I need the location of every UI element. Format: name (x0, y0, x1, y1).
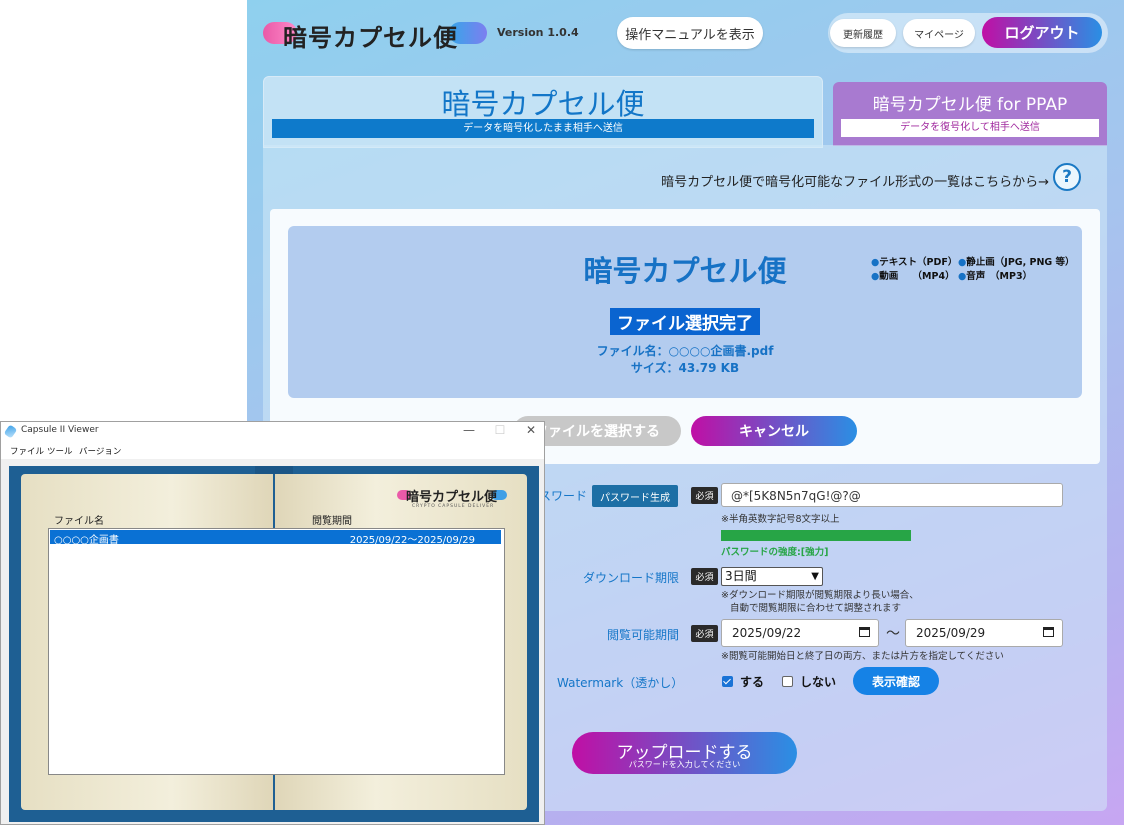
calendar-icon[interactable] (1043, 627, 1054, 637)
logo-text: 暗号カプセル便 (283, 24, 458, 52)
menu-version[interactable]: バージョン (79, 445, 121, 457)
calendar-icon[interactable] (859, 627, 870, 637)
app-logo[interactable]: 暗号カプセル便 (263, 18, 489, 52)
minimize-icon[interactable]: — (457, 423, 481, 437)
window-titlebar[interactable]: Capsule II Viewer — ☐ ✕ (1, 422, 544, 442)
file-size: サイズ：43.79 KB (630, 361, 740, 375)
chevron-down-icon: ▼ (811, 571, 819, 582)
upload-button-sub: パスワードを入力してください (628, 760, 741, 769)
table-row[interactable]: ○○○○企画書 2025/09/22〜2025/09/29 (50, 530, 501, 546)
password-strength-text: パスワードの強度:[強力] (721, 547, 829, 558)
password-input[interactable]: @*[5K8N5n7qG!@?@ (721, 483, 1063, 507)
book-background: 暗号カプセル便 CRYPTO CAPSULE DELIVER ファイル名 閲覧期… (9, 466, 539, 822)
download-period-label: ダウンロード期限 (583, 571, 680, 585)
format-audio: ●音声 （MP3） (958, 271, 1033, 282)
manual-button[interactable]: 操作マニュアルを表示 (617, 17, 763, 49)
account-controls: 更新履歴 マイページ ログアウト (828, 13, 1108, 53)
view-end-date[interactable]: 2025/09/29 (905, 619, 1063, 647)
required-badge: 必須 (691, 625, 718, 642)
menu-file[interactable]: ファイル (10, 445, 44, 457)
tab-capsule[interactable]: 暗号カプセル便 データを暗号化したまま相手へ送信 (263, 76, 823, 148)
help-icon[interactable]: ? (1053, 163, 1081, 191)
watermark-label: Watermark（透かし） (557, 676, 684, 690)
row-period: 2025/09/22〜2025/09/29 (349, 535, 475, 546)
file-name: ファイル名：○○○○企画書.pdf (596, 344, 774, 358)
logout-button[interactable]: ログアウト (982, 17, 1102, 48)
viewer-logo-text: 暗号カプセル便 (406, 490, 498, 505)
date-range-separator: 〜 (886, 626, 900, 642)
format-video: ●動画 （MP4） (871, 271, 955, 282)
update-history-button[interactable]: 更新履歴 (830, 19, 896, 47)
password-note: ※半角英数字記号8文字以上 (721, 514, 840, 525)
formats-link[interactable]: 暗号カプセル便で暗号化可能なファイル形式の一覧はこちらから→ (661, 171, 1049, 190)
download-period-value: 3日間 (725, 569, 757, 583)
book-spine (255, 466, 293, 474)
close-icon[interactable]: ✕ (519, 423, 543, 437)
file-selected-status: ファイル選択完了 (610, 308, 760, 335)
password-strength-bar (721, 530, 911, 541)
watermark-on-checkbox[interactable] (722, 676, 733, 687)
tab-capsule-title: 暗号カプセル便 (441, 87, 645, 121)
view-end-value: 2025/09/29 (916, 626, 986, 640)
watermark-off-label: しない (800, 675, 837, 689)
mypage-button[interactable]: マイページ (903, 19, 975, 47)
viewer-window: Capsule II Viewer — ☐ ✕ ファイル ツール バージョン 暗… (0, 421, 545, 825)
viewer-logo: 暗号カプセル便 (397, 488, 509, 505)
menu-bar: ファイル ツール バージョン (1, 442, 544, 459)
watermark-off-checkbox[interactable] (782, 676, 793, 687)
column-header-period[interactable]: 閲覧期間 (312, 512, 352, 527)
required-badge: 必須 (691, 568, 718, 585)
download-note-1: ※ダウンロード期限が閲覧期限より長い場合、 (721, 590, 919, 601)
cancel-button[interactable]: キャンセル (691, 416, 857, 446)
viewer-logo-sub: CRYPTO CAPSULE DELIVER (412, 504, 495, 509)
format-image: ●静止画（JPG, PNG 等） (958, 257, 1075, 268)
generate-password-button[interactable]: パスワード生成 (592, 485, 678, 507)
menu-tools[interactable]: ツール (47, 445, 73, 457)
tab-ppap-title: 暗号カプセル便 for PPAP (872, 95, 1068, 115)
row-file-name: ○○○○企画書 (54, 535, 119, 546)
tab-capsule-subtitle: データを暗号化したまま相手へ送信 (272, 119, 814, 138)
upload-button[interactable]: アップロードする パスワードを入力してください (572, 732, 797, 774)
tab-ppap-subtitle: データを復号化して相手へ送信 (841, 119, 1099, 137)
maximize-icon[interactable]: ☐ (488, 423, 512, 437)
file-drop-zone[interactable]: 暗号カプセル便 ●テキスト（PDF） ●静止画（JPG, PNG 等） ●動画 … (288, 226, 1082, 398)
capsule-app-icon (3, 424, 18, 439)
view-period-label: 閲覧可能期間 (607, 628, 680, 642)
watermark-on-label: する (740, 675, 765, 689)
password-label: スワード (539, 489, 588, 503)
version-label: Version 1.0.4 (497, 26, 579, 39)
tab-ppap[interactable]: 暗号カプセル便 for PPAP データを復号化して相手へ送信 (833, 82, 1107, 146)
view-period-note: ※閲覧可能開始日と終了日の両方、または片方を指定してください (721, 651, 1004, 662)
view-start-date[interactable]: 2025/09/22 (721, 619, 879, 647)
required-badge: 必須 (691, 487, 718, 504)
download-period-select[interactable]: 3日間 ▼ (721, 567, 823, 586)
format-text: ●テキスト（PDF） (871, 257, 958, 268)
column-header-file-name[interactable]: ファイル名 (54, 512, 104, 527)
file-list[interactable]: ○○○○企画書 2025/09/22〜2025/09/29 (48, 528, 505, 775)
watermark-preview-button[interactable]: 表示確認 (853, 667, 939, 695)
download-note-2: 自動で閲覧期限に合わせて調整されます (730, 603, 902, 614)
view-start-value: 2025/09/22 (732, 626, 802, 640)
window-title: Capsule II Viewer (21, 425, 99, 435)
